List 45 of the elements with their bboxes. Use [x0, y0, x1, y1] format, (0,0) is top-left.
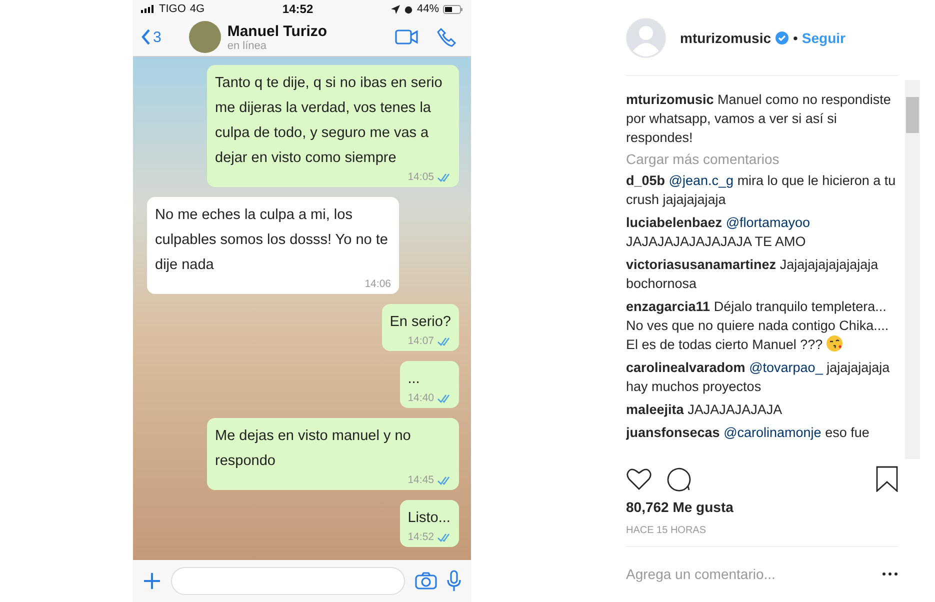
double-check-icon — [437, 532, 451, 542]
double-check-icon — [437, 476, 451, 484]
location-arrow-icon — [390, 4, 400, 14]
like-count: 80,762 Me gusta — [626, 498, 734, 514]
mention-link[interactable]: @tovarpao_ — [749, 360, 823, 376]
bookmark-button[interactable] — [876, 466, 898, 492]
more-options-button[interactable] — [882, 572, 898, 576]
sent-message: Listo... 14:52 — [400, 500, 459, 547]
network-type: 4G — [190, 3, 205, 15]
mention-link[interactable]: @flortamayoo — [726, 215, 810, 230]
double-check-icon — [437, 336, 451, 346]
sent-message: Me dejas en visto manuel y no respondo 14:45 — [207, 418, 459, 490]
comment-button[interactable] — [666, 466, 692, 492]
sent-message: En serio? 14:07 — [382, 304, 459, 351]
back-button[interactable]: 3 — [141, 28, 162, 46]
sent-message: ... 14:40 — [400, 361, 459, 408]
add-button[interactable] — [143, 572, 161, 590]
camera-button[interactable] — [415, 572, 437, 590]
message-input-field[interactable] — [171, 567, 405, 595]
contact-avatar — [189, 21, 222, 53]
microphone-button[interactable] — [447, 570, 461, 592]
contact-name: Manuel Turizo — [227, 22, 328, 40]
received-message: No me eches la culpa a mi, los culpables somos los dosss! Yo no te dije nada 14:06 — [147, 197, 399, 294]
mention-link[interactable]: @carolinamonje — [724, 425, 822, 440]
signal-icon — [141, 5, 155, 13]
verified-badge-icon — [775, 30, 790, 45]
double-check-icon — [437, 394, 451, 402]
double-check-icon — [437, 172, 451, 182]
like-button[interactable] — [626, 466, 652, 491]
post-time: HACE 15 HORAS — [626, 524, 898, 546]
username[interactable]: mturizomusic — [680, 30, 772, 46]
comment: enzagarcia11 Déjalo tranquilo templetera... No ves que no quiere nada contigo Chika.... El es de todas cierto Manuel ??? — [626, 298, 890, 354]
sent-message: Tanto q te dije, q si no ibas en serio me dijeras la verdad, vos tenes la culpa de todo, y seguro me vas a dejar en visto como siempre 14:05 — [207, 65, 459, 187]
profile-avatar-icon — [626, 18, 666, 58]
scrollbar[interactable] — [905, 80, 920, 459]
battery-icon — [443, 4, 463, 14]
separator-dot: • — [793, 30, 798, 46]
battery-percent: 44% — [416, 3, 439, 15]
mention-link[interactable]: @jean.c_g — [668, 173, 734, 188]
comment: juansfonsecas @carolinamonje eso fue — [626, 424, 870, 442]
presence-status: en línea — [227, 40, 268, 52]
post-caption: mturizomusic Manuel como no respondiste por whatsapp, vamos a ver si así si respondes! — [626, 91, 892, 148]
comment: maleejita JAJAJAJAJAJA — [626, 401, 784, 420]
clock-time: 14:52 — [282, 2, 314, 16]
carrier-name: TIGO — [159, 3, 186, 15]
